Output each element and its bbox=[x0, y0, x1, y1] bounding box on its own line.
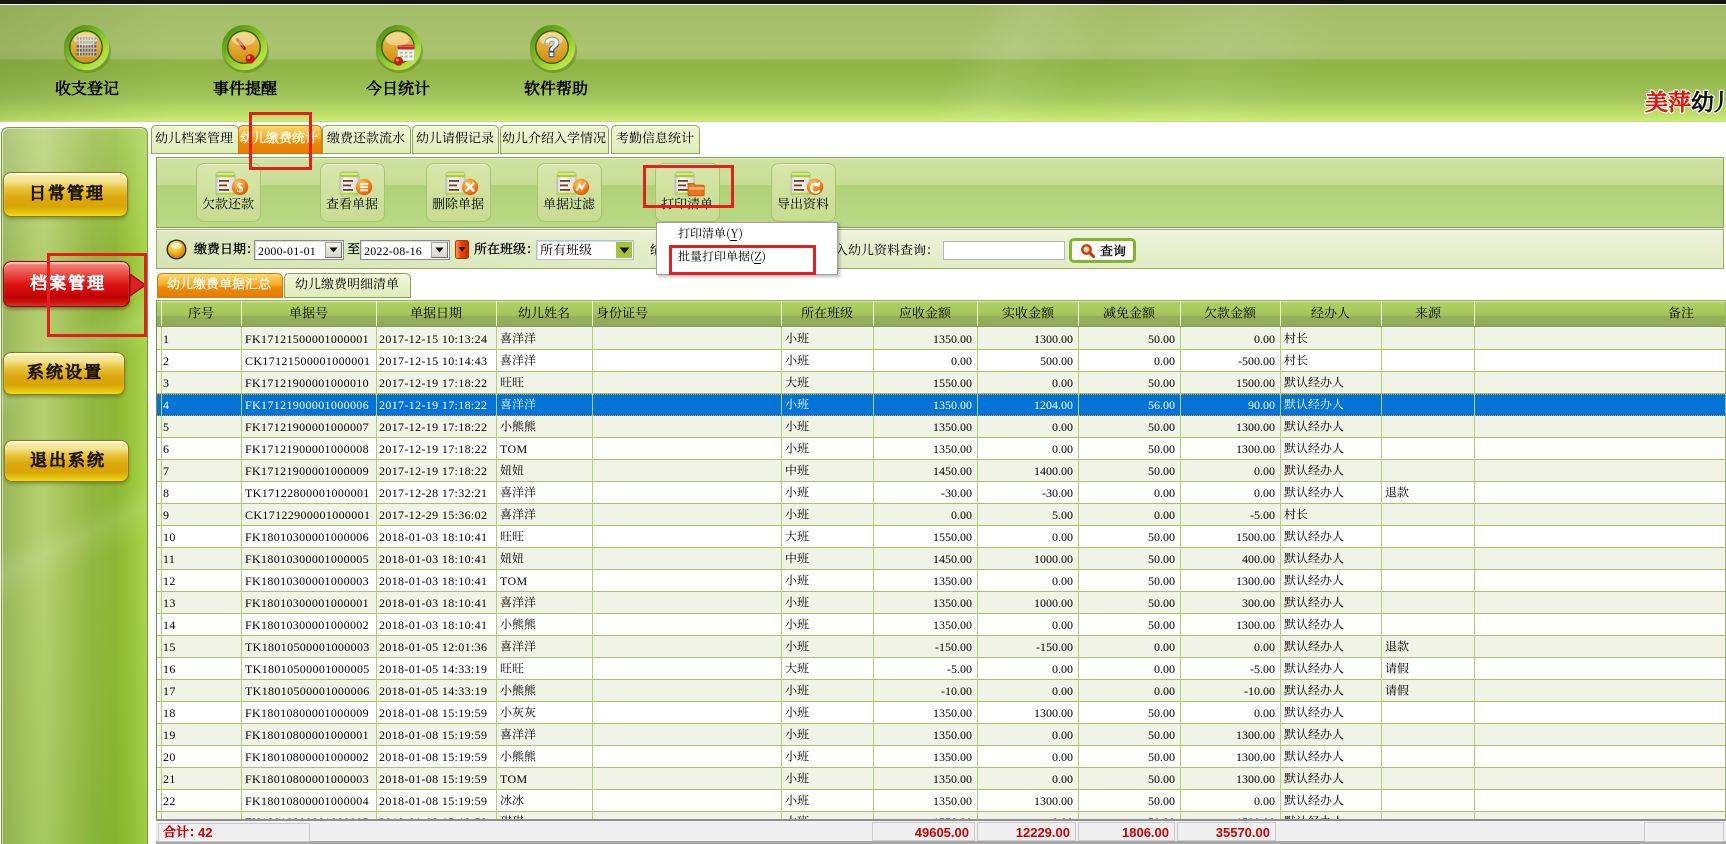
svg-text:$: $ bbox=[237, 181, 244, 196]
